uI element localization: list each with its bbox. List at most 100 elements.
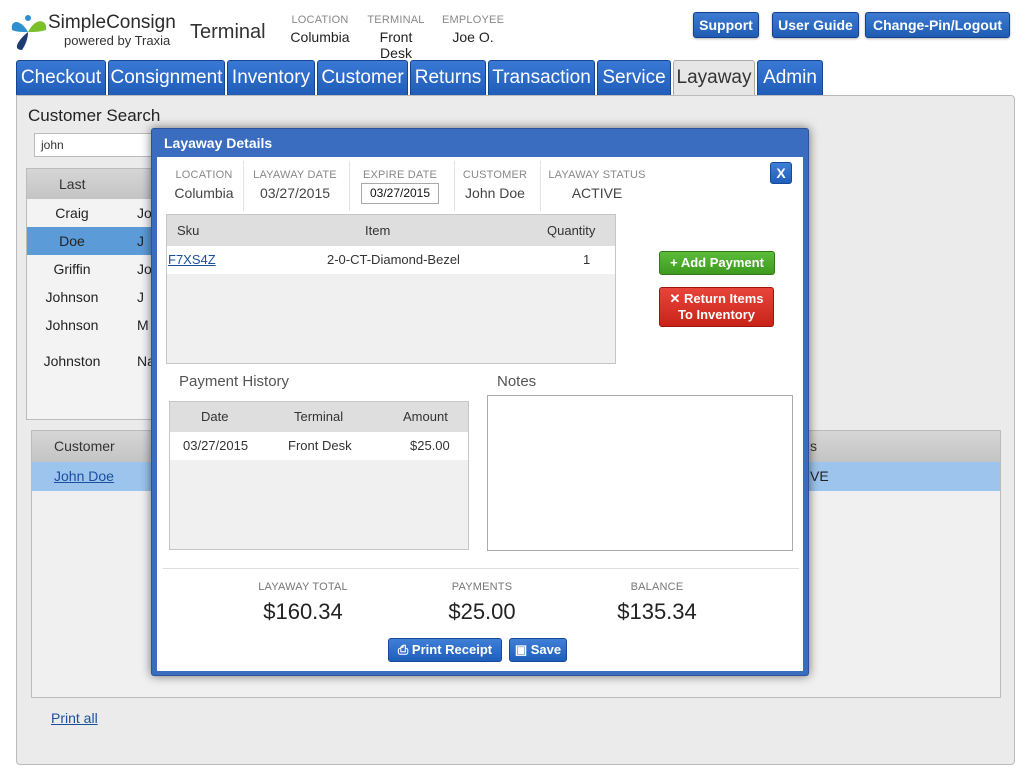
cell-first: M — [137, 317, 149, 333]
layaway-total: LAYAWAY TOTAL $160.34 — [253, 581, 353, 625]
user-guide-button[interactable]: User Guide — [772, 12, 859, 38]
table-row: F7XS4Z 2-0-CT-Diamond-Bezel 1 — [167, 246, 615, 274]
layaway-items-table: Sku Item Quantity F7XS4Z 2-0-CT-Diamond-… — [166, 214, 616, 364]
tab-checkout[interactable]: Checkout — [16, 60, 106, 96]
header-date: Date — [201, 409, 229, 424]
cell-last: Johnson — [45, 317, 99, 333]
table-row[interactable]: Johnston Na — [27, 347, 165, 375]
expire-date-label: EXPIRE DATE — [362, 169, 438, 181]
cell-date: 03/27/2015 — [183, 438, 249, 453]
brand-subtitle: powered by Traxia — [64, 33, 171, 48]
tab-layaway[interactable]: Layaway — [673, 60, 755, 97]
return-items-label: Return Items — [684, 291, 764, 306]
header-item: Item — [365, 223, 391, 238]
app-header: SimpleConsign powered by Traxia Terminal… — [0, 0, 1029, 61]
terminal-meta: TERMINAL Front Desk — [362, 14, 430, 61]
customer-search-input[interactable]: john — [34, 133, 164, 157]
cell-last: Johnston — [43, 353, 101, 369]
save-button[interactable]: ▣ Save — [509, 638, 567, 662]
divider — [540, 161, 541, 211]
cell-first: Jo — [137, 205, 152, 221]
notes-title: Notes — [497, 373, 537, 390]
layaway-total-label: LAYAWAY TOTAL — [258, 581, 348, 593]
return-items-label-2: To Inventory — [677, 307, 756, 322]
add-payment-button[interactable]: + Add Payment — [659, 251, 775, 275]
customer-search-title: Customer Search — [28, 106, 161, 125]
close-icon: ✕ — [669, 291, 681, 306]
payments-label: PAYMENTS — [451, 581, 513, 593]
layaway-date-label: LAYAWAY DATE — [253, 169, 337, 181]
expire-date-input[interactable]: 03/27/2015 — [361, 183, 439, 204]
header-amount: Amount — [403, 409, 448, 424]
balance-total: BALANCE $135.34 — [607, 581, 707, 625]
status-partial: VE — [810, 468, 829, 484]
modal-customer: CUSTOMER John Doe — [459, 157, 531, 211]
cell-first: Jo — [137, 261, 152, 277]
location-label: LOCATION — [291, 14, 349, 26]
customer-label: CUSTOMER — [462, 169, 528, 181]
layaway-total-value: $160.34 — [263, 599, 343, 624]
cell-last: Johnson — [45, 289, 99, 305]
table-row[interactable]: Griffin Jo — [27, 255, 165, 283]
print-all-link[interactable]: Print all — [51, 710, 98, 726]
save-icon: ▣ — [514, 642, 528, 657]
plus-icon: + — [670, 255, 678, 270]
return-items-button[interactable]: ✕ Return Items To Inventory — [659, 287, 774, 327]
change-pin-logout-button[interactable]: Change-Pin/Logout — [865, 12, 1010, 38]
tab-transaction[interactable]: Transaction — [488, 60, 595, 96]
tab-admin[interactable]: Admin — [757, 60, 823, 96]
cell-first: J — [137, 233, 144, 249]
cell-quantity: 1 — [583, 252, 591, 267]
divider — [454, 161, 455, 211]
divider — [163, 568, 799, 569]
location-value: Columbia — [290, 29, 350, 45]
printer-icon: ⎙ — [397, 642, 409, 657]
modal-expire-date: EXPIRE DATE 03/27/2015 — [357, 157, 443, 211]
cell-last: Craig — [55, 205, 89, 221]
sku-link[interactable]: F7XS4Z — [168, 246, 216, 274]
table-row[interactable]: Craig Jo — [27, 199, 165, 227]
cell-first: J — [137, 289, 144, 305]
employee-value: Joe O. — [452, 29, 494, 45]
customer-link[interactable]: John Doe — [54, 468, 114, 484]
cell-terminal: Front Desk — [288, 438, 352, 453]
divider — [243, 161, 244, 211]
page-title: Terminal — [190, 21, 266, 43]
payments-value: $25.00 — [448, 599, 516, 624]
layaway-date-value: 03/27/2015 — [259, 185, 331, 201]
modal-location-value: Columbia — [174, 185, 234, 201]
tab-service[interactable]: Service — [597, 60, 671, 96]
brand-name: SimpleConsign — [48, 12, 176, 33]
location-meta: LOCATION Columbia — [290, 14, 350, 45]
table-row[interactable]: Johnson M — [27, 311, 165, 339]
support-button[interactable]: Support — [693, 12, 759, 38]
table-row[interactable]: Johnson J — [27, 283, 165, 311]
payment-history-title: Payment History — [179, 373, 290, 390]
customer-results-table: Last Craig Jo Doe J Griffin Jo Johnson J… — [26, 168, 166, 420]
print-receipt-button[interactable]: ⎙ Print Receipt — [388, 638, 502, 662]
modal-layaway-date: LAYAWAY DATE 03/27/2015 — [249, 157, 341, 211]
tab-customer[interactable]: Customer — [317, 60, 408, 96]
notes-textarea[interactable] — [487, 395, 793, 551]
table-row-selected[interactable]: Doe J — [27, 227, 165, 255]
close-button[interactable]: X — [770, 162, 792, 184]
save-label: Save — [530, 642, 562, 657]
payments-total: PAYMENTS $25.00 — [432, 581, 532, 625]
payment-history-table: Date Terminal Amount 03/27/2015 Front De… — [169, 401, 469, 550]
payment-header: Date Terminal Amount — [170, 402, 468, 432]
modal-title: Layaway Details — [164, 135, 273, 151]
tab-inventory[interactable]: Inventory — [227, 60, 315, 96]
terminal-label: TERMINAL — [367, 14, 425, 26]
header-terminal: Terminal — [294, 409, 344, 424]
status-label: LAYAWAY STATUS — [548, 169, 646, 181]
tab-returns[interactable]: Returns — [410, 60, 486, 96]
tab-consignment[interactable]: Consignment — [108, 60, 225, 96]
layaway-details-modal: Layaway Details LOCATION Columbia LAYAWA… — [151, 128, 809, 676]
header-sku: Sku — [177, 223, 200, 238]
employee-label: EMPLOYEE — [442, 14, 505, 26]
header-quantity: Quantity — [547, 223, 596, 238]
modal-status: LAYAWAY STATUS ACTIVE — [545, 157, 649, 211]
items-header: Sku Item Quantity — [167, 215, 615, 246]
simpleconsign-logo-icon — [11, 15, 47, 50]
print-receipt-label: Print Receipt — [411, 642, 493, 657]
